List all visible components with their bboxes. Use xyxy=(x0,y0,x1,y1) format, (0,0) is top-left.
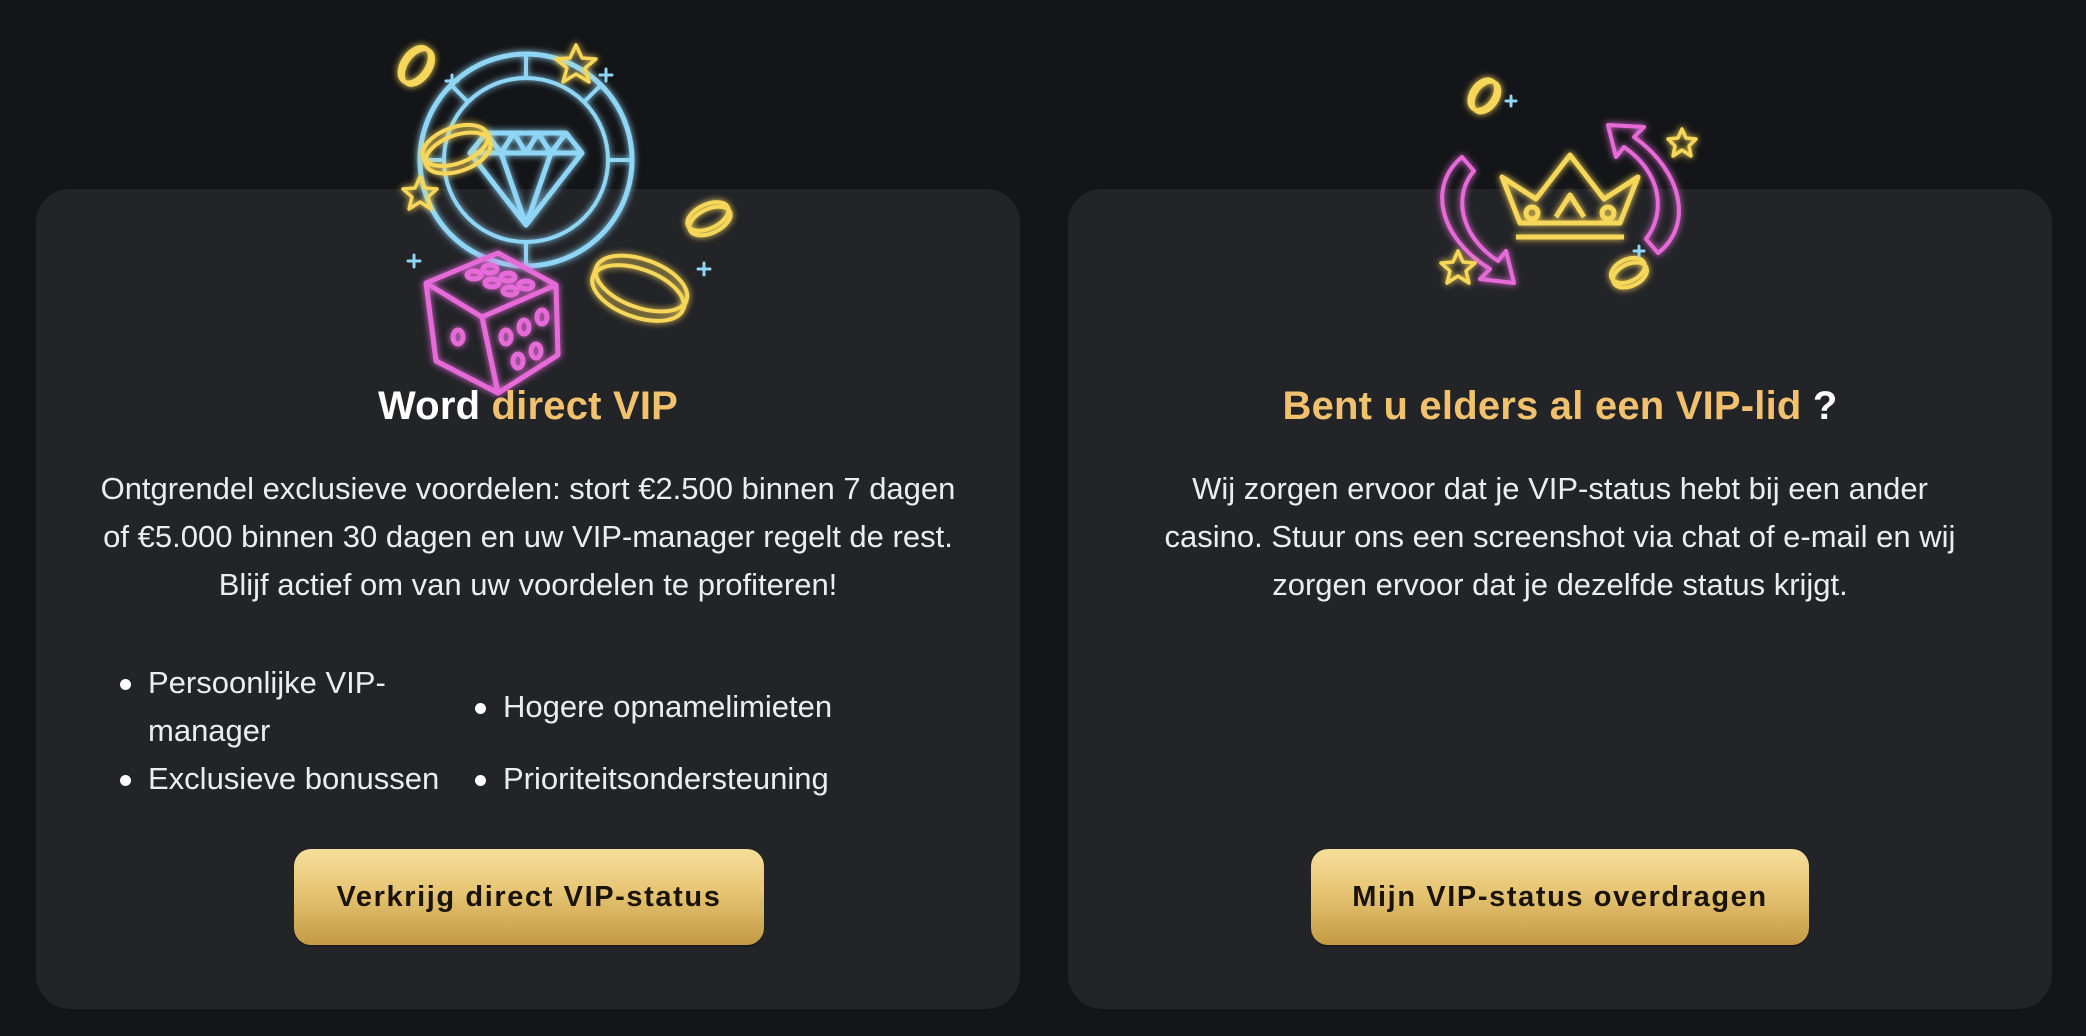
benefits-list: Persoonlijke VIP-manager Hogere opnameli… xyxy=(116,659,896,809)
casino-illustration xyxy=(397,43,733,396)
crown-illustration xyxy=(1439,77,1698,290)
get-instant-vip-button[interactable]: Verkrijg direct VIP-status xyxy=(294,849,764,945)
list-item: Persoonlijke VIP-manager xyxy=(116,659,448,755)
vip-transfer-card: Bent u elders al een VIP-lid ? Wij zorge… xyxy=(1068,77,2052,1009)
diamond-icon xyxy=(467,130,585,228)
transfer-vip-status-button[interactable]: Mijn VIP-status overdragen xyxy=(1311,849,1809,945)
crown-icon xyxy=(1499,152,1641,240)
title-prefix: Word xyxy=(377,384,492,428)
card-description: Ontgrendel exclusieve voordelen: stort €… xyxy=(100,471,956,602)
card-title: Word direct VIP xyxy=(36,381,1020,431)
instant-vip-card: Word direct VIP Ontgrendel exclusieve vo… xyxy=(36,43,1020,1009)
dice-icon xyxy=(423,250,561,396)
list-item: Prioriteitsondersteuning xyxy=(471,755,923,803)
title-accent: Bent u elders al een VIP-lid xyxy=(1282,384,1802,428)
coin-icon xyxy=(1467,77,1649,290)
list-item: Hogere opnamelimieten xyxy=(471,683,923,731)
list-item: Exclusieve bonussen xyxy=(116,755,488,803)
card-title: Bent u elders al een VIP-lid ? xyxy=(1068,381,2052,431)
coin-icon xyxy=(397,44,733,323)
title-suffix: ? xyxy=(1801,384,1838,428)
sparkle-icon xyxy=(1504,94,1646,258)
title-accent: direct VIP xyxy=(491,384,679,428)
card-description: Wij zorgen ervoor dat je VIP-status hebt… xyxy=(1164,471,1956,602)
